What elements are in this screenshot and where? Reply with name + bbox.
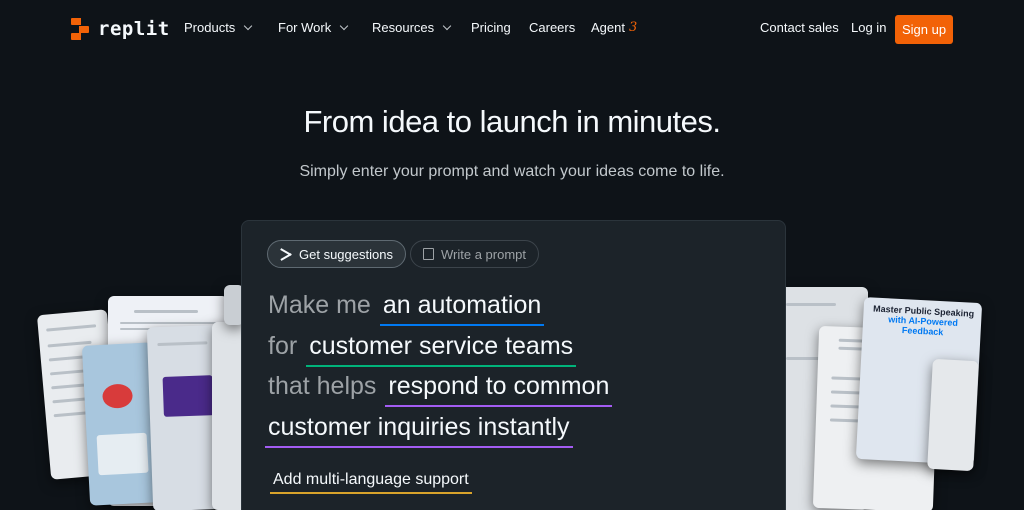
preview-card — [927, 358, 979, 472]
chevron-down-icon — [339, 21, 349, 30]
prompt-panel: Get suggestions Write a prompt Make me a… — [241, 220, 786, 510]
nav-for-work-label: For Work — [278, 20, 332, 35]
replit-logo[interactable]: replit — [71, 17, 170, 41]
nav-resources-label: Resources — [372, 20, 435, 35]
prompt-line: customer inquiries instantly — [265, 413, 573, 448]
prompt-line: that helps respond to common — [268, 372, 613, 407]
hero-subtitle: Simply enter your prompt and watch your … — [299, 163, 725, 180]
hero-title: From idea to launch in minutes. — [303, 104, 722, 139]
chevron-down-icon — [244, 21, 253, 30]
prompt-prefix: that helps — [268, 372, 377, 400]
nav-pricing[interactable]: Pricing — [471, 20, 511, 35]
logo-wordmark: replit — [98, 18, 170, 40]
tab-write-a-prompt[interactable]: Write a prompt — [410, 240, 540, 268]
signup-button[interactable]: Sign up — [895, 15, 953, 44]
prompt-highlight[interactable]: customer service teams — [306, 332, 577, 367]
nav-for-work[interactable]: For Work — [278, 20, 349, 35]
prompt-prefix: for — [268, 332, 298, 360]
prompt-line: for customer service teams — [268, 332, 577, 367]
contact-sales-link[interactable]: Contact sales — [760, 20, 839, 35]
prompt-prefix: Make me — [268, 291, 371, 319]
prompt-line: Make me an automation — [268, 291, 545, 326]
prompt-highlight[interactable]: respond to common — [385, 372, 613, 407]
preview-title-highlight: with AI-Powered Feedback — [888, 314, 959, 338]
nav-agent-label: Agent — [591, 20, 625, 35]
nav-products[interactable]: Products — [184, 20, 253, 35]
agent-version-badge: 3 — [628, 20, 638, 35]
top-nav: replit Products For Work Resources Prici… — [0, 0, 1024, 60]
preview-card-title: Master Public Speaking with AI-Powered F… — [870, 303, 975, 338]
prompt-highlight[interactable]: customer inquiries instantly — [265, 413, 573, 448]
nav-products-label: Products — [184, 20, 236, 35]
tab-get-suggestions[interactable]: Get suggestions — [267, 240, 406, 268]
prompt-highlight[interactable]: an automation — [379, 291, 545, 326]
tab-write-a-prompt-label: Write a prompt — [441, 246, 527, 262]
login-link[interactable]: Log in — [851, 20, 886, 35]
tab-get-suggestions-label: Get suggestions — [299, 246, 393, 262]
edit-icon — [423, 248, 434, 260]
nav-careers[interactable]: Careers — [529, 20, 575, 35]
shuffle-icon — [280, 248, 292, 260]
nav-resources[interactable]: Resources — [372, 20, 452, 35]
replit-logo-icon — [71, 18, 91, 40]
chevron-down-icon — [442, 21, 452, 30]
suggestion-add-multi-language[interactable]: Add multi-language support — [270, 471, 472, 494]
nav-agent[interactable]: Agent 3 — [591, 20, 637, 35]
